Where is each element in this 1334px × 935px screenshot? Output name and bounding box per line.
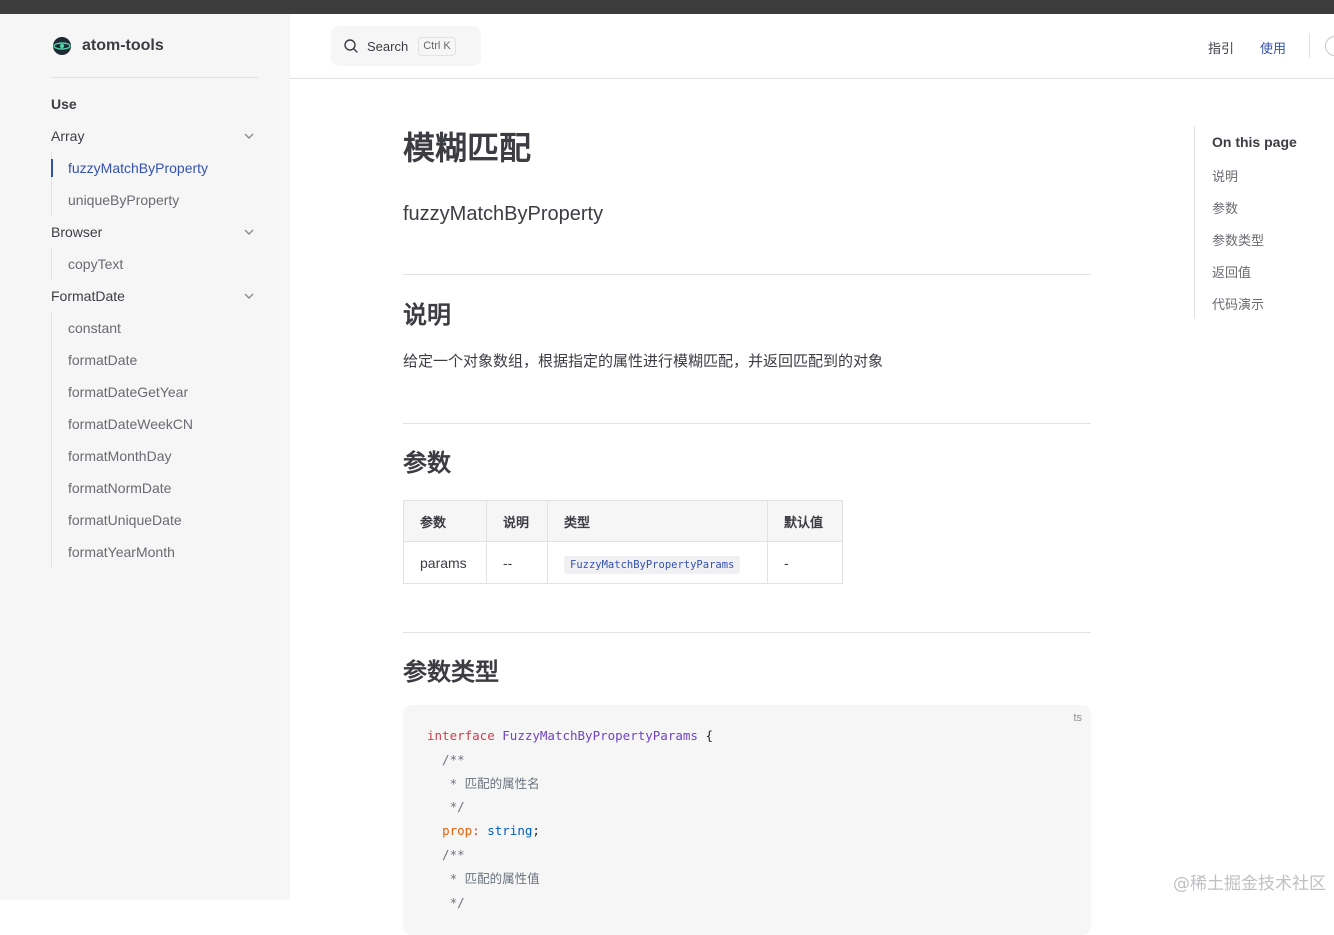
appearance-toggle-icon[interactable] bbox=[1325, 36, 1334, 56]
chevron-down-icon[interactable] bbox=[242, 129, 256, 143]
table-header-row: 参数 说明 类型 默认值 bbox=[403, 500, 843, 542]
nav-link-usage[interactable]: 使用 bbox=[1260, 38, 1286, 57]
search-label: Search bbox=[367, 38, 409, 54]
params-table: 参数 说明 类型 默认值 params -- FuzzyMatchByPrope… bbox=[403, 500, 843, 584]
table-cell: - bbox=[767, 541, 843, 584]
search-button[interactable]: Search Ctrl K bbox=[331, 26, 481, 66]
sidebar-group-browser[interactable]: Browser bbox=[51, 216, 258, 248]
sidebar-item-formatdate[interactable]: formatDate bbox=[52, 344, 258, 376]
sidebar-group-items: copyText bbox=[51, 248, 258, 280]
outline-link-return-value[interactable]: 返回值 bbox=[1212, 262, 1251, 281]
sidebar-nav: Use Array fuzzyMatchByProperty uniqueByP… bbox=[51, 88, 258, 568]
search-icon bbox=[344, 39, 358, 53]
nav-link-guide[interactable]: 指引 bbox=[1208, 38, 1234, 57]
outline-title: On this page bbox=[1212, 134, 1297, 150]
chevron-down-icon[interactable] bbox=[242, 225, 256, 239]
sidebar-item-fuzzymatchbyproperty[interactable]: fuzzyMatchByProperty bbox=[51, 152, 258, 184]
outline-link-code-demo[interactable]: 代码演示 bbox=[1212, 294, 1264, 313]
outline-link-params[interactable]: 参数 bbox=[1212, 198, 1238, 217]
page-outline: On this page 说明 参数 参数类型 返回值 代码演示 bbox=[1194, 126, 1334, 318]
section-divider bbox=[403, 274, 1091, 275]
navbar-divider bbox=[290, 78, 1334, 79]
code-line: */ bbox=[427, 799, 465, 815]
code-line: interface FuzzyMatchByPropertyParams { bbox=[427, 728, 713, 743]
page-title: 模糊匹配 bbox=[403, 130, 532, 166]
table-cell: FuzzyMatchByPropertyParams bbox=[547, 541, 768, 584]
code-line: prop: string; bbox=[442, 823, 540, 839]
heading-params: 参数 bbox=[403, 450, 451, 477]
sidebar-divider bbox=[51, 77, 258, 78]
inline-code: FuzzyMatchByPropertyParams bbox=[564, 555, 741, 574]
sidebar-group-label: Array bbox=[51, 128, 85, 144]
page-subtitle: fuzzyMatchByProperty bbox=[403, 203, 604, 225]
code-line: * 匹配的属性名 bbox=[427, 775, 540, 791]
sidebar-group-label: FormatDate bbox=[51, 288, 125, 304]
outline-link-param-types[interactable]: 参数类型 bbox=[1212, 230, 1264, 249]
table-header-cell: 类型 bbox=[547, 500, 768, 542]
table-row: params -- FuzzyMatchByPropertyParams - bbox=[403, 541, 843, 584]
heading-description: 说明 bbox=[403, 302, 451, 329]
sidebar-group-label: Browser bbox=[51, 224, 103, 240]
nav-separator bbox=[1309, 34, 1310, 58]
brand-link[interactable]: atom-tools bbox=[51, 34, 164, 58]
code-line: * 匹配的属性值 bbox=[427, 870, 540, 886]
atom-logo-icon bbox=[53, 37, 71, 55]
sidebar-group-items: fuzzyMatchByProperty uniqueByProperty bbox=[51, 152, 258, 216]
table-cell: -- bbox=[486, 541, 548, 584]
watermark: @稀土掘金技术社区 bbox=[1173, 874, 1326, 894]
sidebar-item-formatuniquedate[interactable]: formatUniqueDate bbox=[52, 504, 258, 536]
section-divider bbox=[403, 423, 1091, 424]
sidebar-item-copytext[interactable]: copyText bbox=[52, 248, 258, 280]
search-shortcut: Ctrl K bbox=[418, 36, 456, 56]
code-block: ts interface FuzzyMatchByPropertyParams … bbox=[403, 705, 1091, 935]
brand-name: atom-tools bbox=[82, 37, 164, 54]
description-text: 给定一个对象数组，根据指定的属性进行模糊匹配，并返回匹配到的对象 bbox=[403, 353, 884, 370]
code-line: */ bbox=[427, 894, 465, 910]
sidebar-item-formatdateweekcn[interactable]: formatDateWeekCN bbox=[52, 408, 258, 440]
table-header-cell: 说明 bbox=[486, 500, 548, 542]
section-divider bbox=[403, 632, 1091, 633]
sidebar-item-formatdategetyear[interactable]: formatDateGetYear bbox=[52, 376, 258, 408]
heading-param-types: 参数类型 bbox=[403, 659, 499, 686]
chevron-down-icon[interactable] bbox=[242, 289, 256, 303]
sidebar-group-formatdate[interactable]: FormatDate bbox=[51, 280, 258, 312]
code-line: /** bbox=[427, 751, 465, 767]
outline-link-description[interactable]: 说明 bbox=[1212, 166, 1238, 185]
sidebar-item-formatyearmonth[interactable]: formatYearMonth bbox=[52, 536, 258, 568]
sidebar-item-formatmonthday[interactable]: formatMonthDay bbox=[52, 440, 258, 472]
sidebar-item-uniquebyproperty[interactable]: uniqueByProperty bbox=[52, 184, 258, 216]
table-header-cell: 默认值 bbox=[767, 500, 843, 542]
code-line: /** bbox=[427, 846, 465, 862]
table-header-cell: 参数 bbox=[403, 500, 487, 542]
table-cell: params bbox=[403, 541, 487, 584]
browser-top-bar bbox=[0, 0, 1334, 14]
sidebar-group-items: constant formatDate formatDateGetYear fo… bbox=[51, 312, 258, 568]
sidebar-group-array[interactable]: Array bbox=[51, 120, 258, 152]
sidebar-section-use: Use bbox=[51, 96, 77, 112]
sidebar-item-constant[interactable]: constant bbox=[52, 312, 258, 344]
sidebar-item-formatnormdate[interactable]: formatNormDate bbox=[52, 472, 258, 504]
code-content[interactable]: interface FuzzyMatchByPropertyParams { /… bbox=[427, 724, 713, 914]
code-language-label: ts bbox=[1073, 712, 1082, 724]
